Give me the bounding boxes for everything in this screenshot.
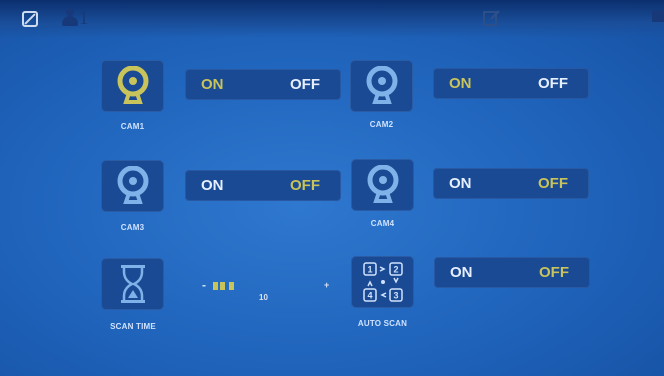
camera-settings-screen: 1 CAM1 ON OFF CAM2 ON OFF CAM3 ON OFF CA… xyxy=(0,0,664,376)
corner-marker xyxy=(652,10,664,22)
cam4-toggle[interactable]: ON OFF xyxy=(433,168,589,199)
cam3-tile[interactable] xyxy=(101,160,164,212)
cam2-off-option[interactable]: OFF xyxy=(538,75,568,92)
auto-scan-on-option[interactable]: ON xyxy=(450,264,473,281)
cam3-label: CAM3 xyxy=(120,223,145,232)
webcam-icon xyxy=(367,165,398,203)
scan-time-tile[interactable] xyxy=(101,258,164,310)
cam3-off-option[interactable]: OFF xyxy=(290,177,320,194)
cam1-tile[interactable] xyxy=(101,60,164,112)
auto-scan-toggle[interactable]: ON OFF xyxy=(434,257,590,288)
scan-time-minus-button[interactable]: - xyxy=(202,278,206,292)
cam4-label: CAM4 xyxy=(370,219,395,228)
cam1-label: CAM1 xyxy=(120,122,145,131)
cam1-on-option[interactable]: ON xyxy=(201,76,224,93)
scan-time-bar-2 xyxy=(220,282,225,290)
auto-scan-label: AUTO SCAN xyxy=(357,319,408,328)
cam3-toggle[interactable]: ON OFF xyxy=(185,170,341,201)
quad-number-1: 1 xyxy=(367,265,372,275)
top-bar xyxy=(0,0,664,38)
cam4-off-option[interactable]: OFF xyxy=(538,175,568,192)
hourglass-icon xyxy=(120,265,145,303)
quad-number-3: 3 xyxy=(393,291,398,301)
cam3-on-option[interactable]: ON xyxy=(201,177,224,194)
cam2-toggle[interactable]: ON OFF xyxy=(433,68,589,99)
scan-time-bar-1 xyxy=(213,282,218,290)
auto-scan-tile[interactable]: 1 2 4 3 xyxy=(351,256,414,308)
webcam-icon xyxy=(366,66,397,104)
edit-icon[interactable] xyxy=(482,8,502,28)
scan-time-label: SCAN TIME xyxy=(110,322,156,331)
webcam-icon xyxy=(117,66,148,104)
webcam-icon xyxy=(117,166,148,204)
quad-number-2: 2 xyxy=(393,265,398,275)
scan-time-plus-button[interactable]: + xyxy=(324,280,329,290)
quad-scan-icon: 1 2 4 3 xyxy=(362,262,403,302)
auto-scan-off-option[interactable]: OFF xyxy=(539,264,569,281)
user-number: 1 xyxy=(79,8,89,29)
user-icon[interactable] xyxy=(62,8,78,26)
scan-time-value: 10 xyxy=(259,293,268,302)
cam2-tile[interactable] xyxy=(350,60,413,112)
cam2-label: CAM2 xyxy=(369,120,394,129)
cam1-toggle[interactable]: ON OFF xyxy=(185,69,341,100)
cam1-off-option[interactable]: OFF xyxy=(290,76,320,93)
scan-time-bar-3 xyxy=(229,282,234,290)
cam2-on-option[interactable]: ON xyxy=(449,75,472,92)
quad-number-4: 4 xyxy=(367,291,372,301)
cam4-on-option[interactable]: ON xyxy=(449,175,472,192)
cam4-tile[interactable] xyxy=(351,159,414,211)
no-sd-icon[interactable] xyxy=(22,11,38,27)
